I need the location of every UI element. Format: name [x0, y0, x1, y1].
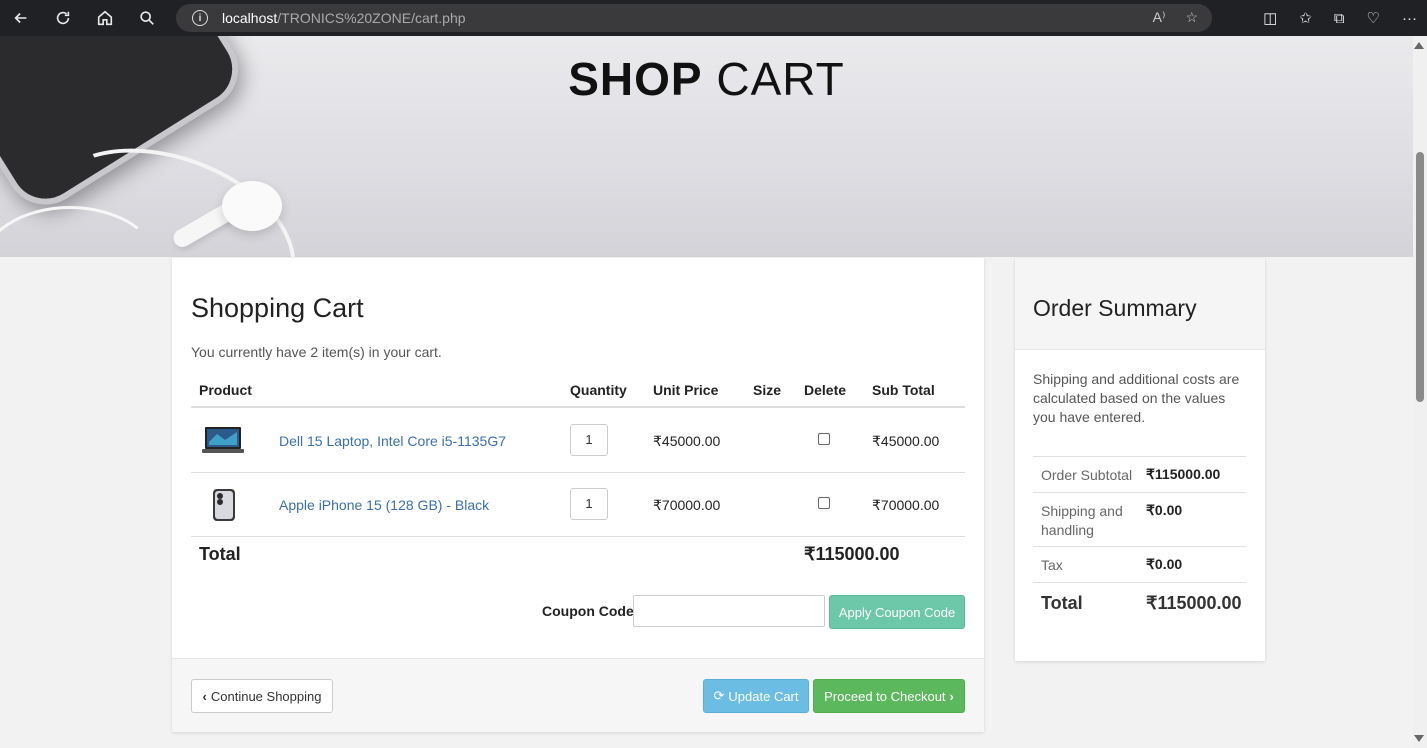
row-subtotal: ₹45000.00	[872, 433, 940, 449]
header-product: Product	[199, 382, 252, 398]
summary-total-label: Total	[1041, 593, 1083, 613]
header-subtotal: Sub Total	[872, 382, 935, 398]
summary-title: Order Summary	[1033, 295, 1197, 321]
cart-item-count: You currently have 2 item(s) in your car…	[191, 344, 442, 360]
header-quantity: Quantity	[570, 382, 627, 398]
checkout-button[interactable]: Proceed to Checkout ›	[813, 679, 965, 713]
coupon-label: Coupon Code :	[542, 603, 643, 619]
cart-total-label: Total	[199, 544, 241, 564]
cart-total-value: ₹115000.00	[804, 544, 900, 564]
split-screen-icon[interactable]: ◫	[1263, 9, 1277, 27]
delete-checkbox[interactable]	[818, 497, 830, 509]
summary-row: Order Subtotal ₹115000.00	[1033, 456, 1246, 492]
back-icon[interactable]	[0, 0, 42, 36]
summary-total-row: Total ₹115000.00	[1033, 582, 1246, 622]
scroll-thumb[interactable]	[1416, 152, 1424, 402]
earbud-image	[222, 181, 282, 231]
site-info-icon[interactable]: i	[192, 10, 208, 26]
quantity-input[interactable]: 1	[570, 424, 608, 456]
phone-thumbnail[interactable]	[201, 488, 245, 522]
home-icon[interactable]	[84, 0, 126, 36]
summary-value: ₹115000.00	[1146, 466, 1221, 482]
chevron-left-icon: ‹	[202, 688, 207, 704]
address-bar[interactable]: i localhost/TRONICS%20ZONE/cart.php A⁾ ☆	[176, 4, 1212, 32]
update-cart-label: Update Cart	[728, 688, 799, 704]
browser-toolbar: i localhost/TRONICS%20ZONE/cart.php A⁾ ☆…	[0, 0, 1427, 36]
product-link[interactable]: Dell 15 Laptop, Intel Core i5-1135G7	[279, 433, 506, 449]
refresh-icon[interactable]	[42, 0, 84, 36]
summary-note: Shipping and additional costs are calcul…	[1033, 371, 1240, 425]
summary-value: ₹0.00	[1146, 556, 1183, 572]
quantity-input[interactable]: 1	[570, 488, 608, 520]
checkout-label: Proceed to Checkout	[824, 688, 946, 704]
favorite-star-icon[interactable]: ☆	[1185, 9, 1198, 26]
shopping-cart-panel: Shopping Cart You currently have 2 item(…	[172, 258, 984, 732]
scroll-down-icon[interactable]	[1414, 735, 1424, 742]
product-link[interactable]: Apple iPhone 15 (128 GB) - Black	[279, 497, 489, 513]
summary-total-value: ₹115000.00	[1146, 593, 1242, 613]
header-unit-price: Unit Price	[653, 382, 719, 398]
summary-label: Shipping and handling	[1041, 503, 1123, 538]
divider	[191, 536, 965, 537]
header-delete: Delete	[804, 382, 847, 398]
scroll-up-icon[interactable]	[1414, 42, 1424, 49]
order-summary-panel: Order Summary Shipping and additional co…	[1015, 258, 1265, 661]
table-row: Apple iPhone 15 (128 GB) - Black 1 ₹7000…	[191, 473, 965, 537]
continue-shopping-button[interactable]: ‹ Continue Shopping	[191, 679, 333, 713]
summary-label: Tax	[1041, 557, 1063, 573]
unit-price: ₹70000.00	[653, 497, 721, 513]
apply-coupon-button[interactable]: Apply Coupon Code	[829, 595, 965, 629]
summary-row: Shipping and handling ₹0.00	[1033, 492, 1246, 546]
continue-shopping-label: Continue Shopping	[210, 688, 322, 704]
cart-footer: ‹ Continue Shopping ⟳ Update Cart Procee…	[172, 658, 984, 732]
table-row: Dell 15 Laptop, Intel Core i5-1135G7 1 ₹…	[191, 408, 965, 472]
url-text[interactable]: localhost/TRONICS%20ZONE/cart.php	[222, 10, 466, 26]
summary-row: Tax ₹0.00	[1033, 546, 1246, 582]
summary-label: Order Subtotal	[1041, 467, 1133, 483]
delete-checkbox[interactable]	[818, 433, 830, 445]
more-menu-icon[interactable]: ···	[1402, 10, 1417, 27]
search-icon[interactable]	[126, 0, 168, 36]
header-size: Size	[753, 382, 782, 398]
read-aloud-icon[interactable]: A⁾	[1153, 9, 1166, 26]
row-subtotal: ₹70000.00	[872, 497, 940, 513]
browser-essentials-icon[interactable]: ♡	[1367, 9, 1380, 27]
chevron-right-icon: ›	[949, 688, 954, 704]
summary-value: ₹0.00	[1146, 502, 1183, 518]
favorites-icon[interactable]: ✩	[1299, 9, 1312, 27]
refresh-icon: ⟳	[713, 688, 725, 703]
laptop-thumbnail[interactable]	[201, 424, 245, 458]
update-cart-button[interactable]: ⟳ Update Cart	[703, 679, 809, 713]
hero-banner: SHOP CART	[0, 36, 1413, 257]
unit-price: ₹45000.00	[653, 433, 721, 449]
coupon-input[interactable]	[633, 595, 825, 627]
cart-title: Shopping Cart	[191, 293, 364, 323]
collections-icon[interactable]: ⧉	[1334, 10, 1345, 27]
summary-header: Order Summary	[1015, 258, 1265, 350]
page-title: SHOP CART	[568, 53, 845, 105]
